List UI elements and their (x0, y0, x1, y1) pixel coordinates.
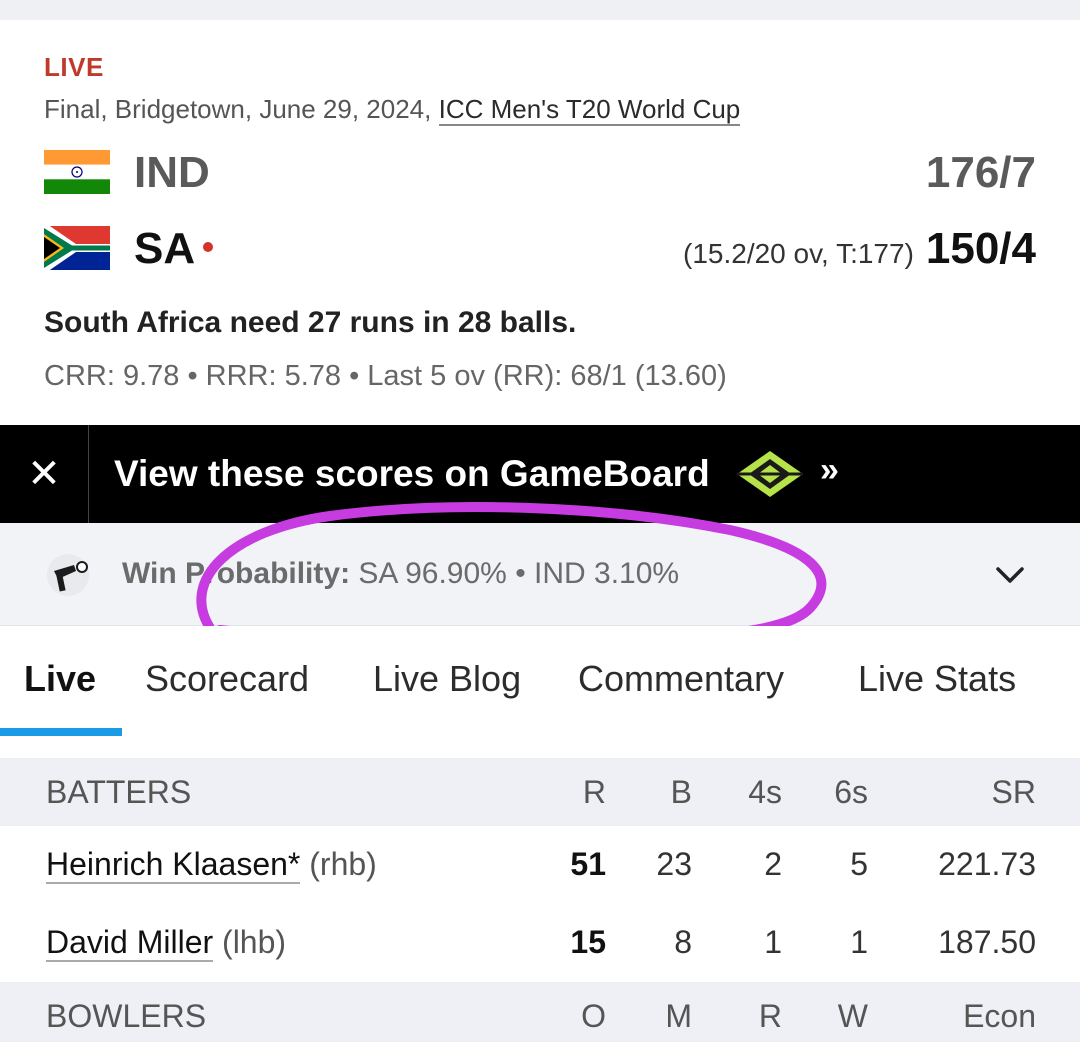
active-tab-indicator (0, 728, 122, 736)
column-header: O (581, 998, 606, 1034)
column-header: 6s (834, 774, 868, 810)
series-link[interactable]: ICC Men's T20 World Cup (438, 94, 741, 126)
team-score: (15.2/20 ov, T:177) 150/4 (683, 224, 1036, 274)
win-probability-label: Win Probability: (122, 557, 351, 590)
tab-scorecard[interactable]: Scorecard (145, 658, 309, 700)
column-header: BOWLERS (46, 998, 207, 1034)
team-row-sa[interactable]: SA (15.2/20 ov, T:177) 150/4 (44, 222, 1036, 274)
tab-live[interactable]: Live (24, 658, 96, 700)
column-header: M (665, 998, 692, 1034)
team-score-value: 176/7 (925, 148, 1036, 197)
team-score-value: 150/4 (925, 224, 1036, 273)
tab-bar: Live Scorecard Live Blog Commentary Live… (0, 626, 1080, 736)
cricket-bat-icon (47, 554, 89, 596)
column-header: Econ (963, 998, 1036, 1034)
team-row-ind[interactable]: IND 176/7 (44, 146, 1036, 198)
team-name: SA (134, 224, 214, 274)
player-cell: David Miller (lhb) (46, 924, 287, 962)
bowlers-header-row: BOWLERS O M R W Econ (0, 982, 1080, 1042)
chevron-down-icon[interactable] (990, 555, 1030, 595)
run-rates: CRR: 9.78 • RRR: 5.78 • Last 5 ov (RR): … (44, 360, 727, 392)
chevron-right-double-icon: » (820, 451, 839, 489)
runs-cell: 51 (570, 846, 606, 882)
match-info: Final, Bridgetown, June 29, 2024, ICC Me… (44, 94, 741, 126)
gameboard-banner[interactable]: ✕ View these scores on GameBoard » (0, 425, 1080, 523)
team-name-text: SA (134, 224, 196, 273)
score-detail: (15.2/20 ov, T:177) (683, 238, 914, 269)
column-header: B (670, 774, 692, 810)
tab-live-blog[interactable]: Live Blog (373, 658, 521, 700)
india-flag-icon (44, 150, 110, 194)
gameboard-logo-icon (737, 451, 803, 497)
batting-hand: (lhb) (222, 924, 287, 960)
fours-cell: 1 (764, 924, 782, 960)
table-row[interactable]: Heinrich Klaasen* (rhb) 51 23 2 5 221.73 (0, 826, 1080, 905)
batters-header-row: BATTERS R B 4s 6s SR (0, 758, 1080, 826)
strike-rate-cell: 221.73 (938, 846, 1036, 882)
tab-commentary[interactable]: Commentary (578, 658, 784, 700)
top-strip (0, 0, 1080, 20)
player-cell: Heinrich Klaasen* (rhb) (46, 846, 377, 884)
batting-indicator-icon (203, 242, 214, 253)
spacer (0, 736, 1080, 758)
table-row[interactable]: David Miller (lhb) 15 8 1 1 187.50 (0, 904, 1080, 983)
column-header: 4s (748, 774, 782, 810)
strike-rate-cell: 187.50 (938, 924, 1036, 960)
sixes-cell: 5 (850, 846, 868, 882)
match-status-text: South Africa need 27 runs in 28 balls. (44, 306, 577, 339)
balls-cell: 23 (656, 846, 692, 882)
tab-live-stats[interactable]: Live Stats (858, 658, 1016, 700)
column-header: R (582, 774, 606, 810)
team-score: 176/7 (926, 148, 1036, 198)
column-header: BATTERS (46, 774, 192, 810)
team-name: IND (134, 148, 210, 197)
player-name-link[interactable]: Heinrich Klaasen* (46, 846, 301, 884)
banner-text: View these scores on GameBoard (114, 453, 710, 494)
close-icon[interactable]: ✕ (0, 425, 89, 523)
column-header: R (758, 998, 782, 1034)
win-probability-text: Win Probability: SA 96.90% • IND 3.10% (122, 557, 679, 591)
fours-cell: 2 (764, 846, 782, 882)
match-info-text: Final, Bridgetown, June 29, 2024, (44, 94, 439, 124)
player-name-link[interactable]: David Miller (46, 924, 214, 962)
win-probability-value: SA 96.90% • IND 3.10% (358, 557, 680, 590)
balls-cell: 8 (674, 924, 692, 960)
sixes-cell: 1 (850, 924, 868, 960)
win-probability-bar[interactable]: Win Probability: SA 96.90% • IND 3.10% (0, 523, 1080, 626)
column-header: W (837, 998, 868, 1034)
column-header: SR (991, 774, 1036, 810)
live-badge: LIVE (44, 52, 104, 82)
batting-hand: (rhb) (309, 846, 377, 882)
south-africa-flag-icon (44, 226, 110, 270)
runs-cell: 15 (570, 924, 606, 960)
